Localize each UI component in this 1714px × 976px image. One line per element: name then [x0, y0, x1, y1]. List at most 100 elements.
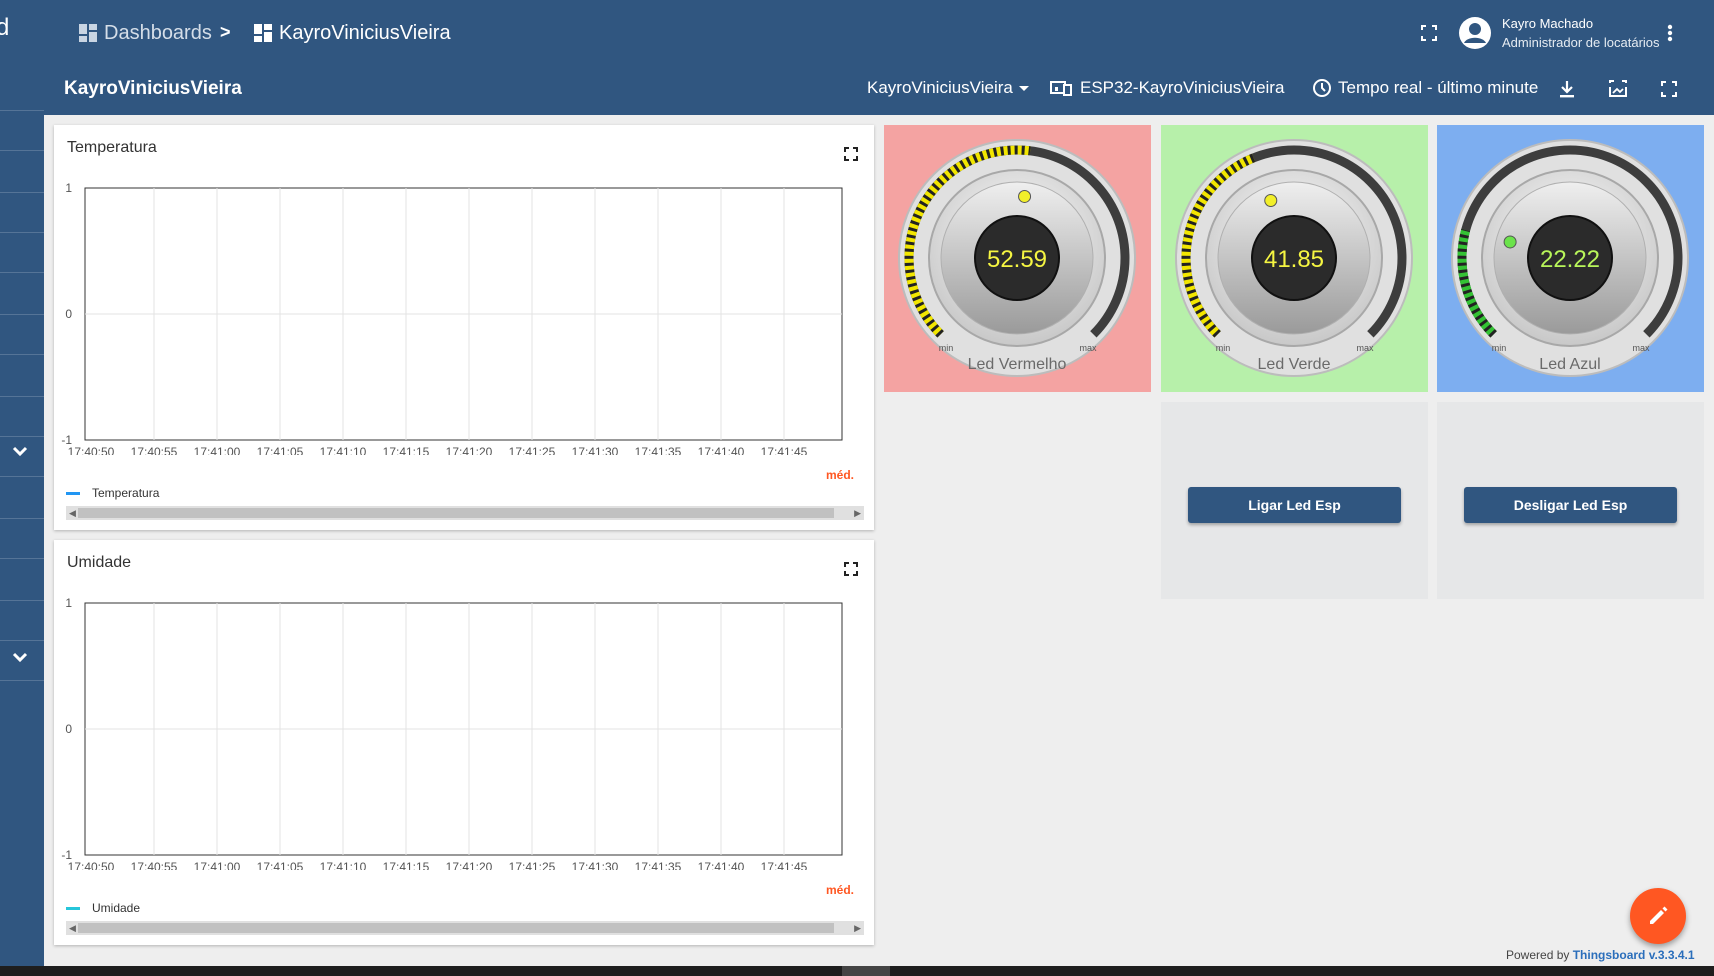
user-name: Kayro Machado — [1502, 16, 1594, 31]
breadcrumb-dashboards-label: Dashboards — [104, 21, 212, 44]
desligar-led-button[interactable]: Desligar Led Esp — [1464, 487, 1677, 523]
x-tick-label: 17:41:15 — [383, 860, 430, 870]
knob-indicator-dot — [1503, 235, 1517, 249]
more-vert-icon[interactable] — [1664, 22, 1676, 44]
x-tick-label: 17:41:10 — [320, 860, 367, 870]
sidebar-divider — [0, 110, 44, 111]
x-tick-label: 17:41:05 — [257, 445, 304, 455]
x-tick-label: 17:41:15 — [383, 445, 430, 455]
dashboard-title: KayroViniciusVieira — [64, 78, 242, 99]
knob-indicator-dot — [1264, 194, 1278, 208]
sidebar-expand-chevron-icon[interactable] — [12, 444, 28, 462]
knob-indicator-dot — [1018, 189, 1032, 203]
dropdown-arrow-icon — [1018, 86, 1029, 91]
avatar[interactable] — [1458, 16, 1492, 50]
powered-by: Powered by Thingsboard v.3.3.4.1 — [1506, 948, 1695, 962]
legend-avg-header: méd. — [825, 468, 854, 482]
y-tick-label: -1 — [61, 433, 72, 447]
x-tick-label: 17:40:50 — [68, 860, 115, 870]
user-info[interactable]: Kayro Machado Administrador de locatário… — [1502, 14, 1660, 52]
taskbar-strip — [0, 966, 1714, 976]
scrollbar-thumb[interactable] — [78, 923, 834, 933]
legend-item-umidade[interactable]: Umidade — [66, 901, 140, 915]
legend-avg-header: méd. — [825, 883, 854, 897]
x-tick-label: 17:41:00 — [194, 445, 241, 455]
legend-horizontal-scrollbar[interactable]: ◀ ▶ — [66, 921, 864, 935]
knob-widget-led-vermelho[interactable]: 52.59 min max Led Vermelho — [884, 125, 1151, 392]
legend-label: Umidade — [92, 901, 141, 915]
ligar-led-button[interactable]: Ligar Led Esp — [1188, 487, 1401, 523]
fullscreen-icon[interactable] — [1418, 22, 1440, 44]
knob-min-label: min — [1492, 343, 1507, 353]
sidebar-expand-chevron-icon[interactable] — [12, 650, 28, 668]
knob-title-label: Led Verde — [1258, 356, 1331, 373]
knob-title-label: Led Azul — [1539, 356, 1600, 373]
scrollbar-thumb[interactable] — [78, 508, 834, 518]
x-tick-label: 17:41:30 — [572, 445, 619, 455]
legend-label: Temperatura — [92, 486, 160, 500]
scroll-right-arrow-icon[interactable]: ▶ — [854, 506, 861, 520]
edit-dashboard-button[interactable] — [1630, 888, 1686, 944]
y-tick-label: 1 — [65, 596, 72, 610]
breadcrumb-separator: > — [220, 22, 231, 42]
x-tick-label: 17:40:55 — [131, 445, 178, 455]
knob-title-label: Led Vermelho — [968, 356, 1067, 373]
devices-icon — [1050, 81, 1072, 96]
download-icon[interactable] — [1556, 78, 1578, 100]
account-circle-icon — [1459, 17, 1491, 49]
button-widget-on: Ligar Led Esp — [1161, 402, 1428, 599]
sidebar-divider — [0, 558, 44, 559]
breadcrumb-current: KayroViniciusVieira — [253, 20, 451, 46]
scroll-right-arrow-icon[interactable]: ▶ — [854, 921, 861, 935]
scroll-left-arrow-icon[interactable]: ◀ — [69, 506, 76, 520]
breadcrumb-dashboards[interactable]: Dashboards — [78, 20, 212, 46]
y-tick-label: -1 — [61, 848, 72, 862]
x-tick-label: 17:41:20 — [446, 860, 493, 870]
y-tick-label: 0 — [65, 307, 72, 321]
x-tick-label: 17:40:55 — [131, 860, 178, 870]
edit-pencil-icon — [1650, 906, 1668, 924]
knob-max-label: max — [1356, 343, 1374, 353]
knob-widget-led-verde[interactable]: 41.85 min max Led Verde — [1161, 125, 1428, 392]
entity-name: ESP32-KayroViniciusVieira — [1080, 78, 1285, 97]
export-image-icon[interactable] — [1607, 78, 1629, 100]
x-tick-label: 17:41:45 — [761, 445, 808, 455]
entity-select[interactable]: ESP32-KayroViniciusVieira — [1050, 78, 1284, 98]
x-tick-label: 17:41:30 — [572, 860, 619, 870]
sidebar-divider — [0, 436, 44, 437]
sidebar-divider — [0, 640, 44, 641]
legend-horizontal-scrollbar[interactable]: ◀ ▶ — [66, 506, 864, 520]
knob-graphic: 52.59 min max Led Vermelho — [884, 125, 1151, 392]
y-tick-label: 0 — [65, 722, 72, 736]
x-tick-label: 17:41:05 — [257, 860, 304, 870]
knob-value-text: 52.59 — [987, 246, 1047, 273]
top-toolbar: Dashboards > KayroViniciusVieira Kayro M… — [44, 0, 1714, 115]
x-tick-label: 17:41:20 — [446, 445, 493, 455]
dashboard-fullscreen-icon[interactable] — [1658, 78, 1680, 100]
x-tick-label: 17:41:45 — [761, 860, 808, 870]
taskbar-block — [842, 966, 890, 976]
sidebar-divider — [0, 272, 44, 273]
legend-item-temperatura[interactable]: Temperatura — [66, 486, 159, 500]
timeseries-widget-umidade: Umidade 17:40:50 17:40:55 17:41:00 17:41:05… — [54, 540, 874, 945]
knob-min-label: min — [1216, 343, 1231, 353]
sidebar-divider — [0, 518, 44, 519]
scroll-left-arrow-icon[interactable]: ◀ — [69, 921, 76, 935]
sidebar-divider — [0, 680, 44, 681]
knob-value-text: 22.22 — [1540, 246, 1600, 273]
knob-max-label: max — [1632, 343, 1650, 353]
knob-widget-led-azul[interactable]: 22.22 min max Led Azul — [1437, 125, 1704, 392]
x-tick-label: 17:41:35 — [635, 860, 682, 870]
sidebar: d — [0, 0, 44, 976]
sidebar-divider — [0, 600, 44, 601]
knob-value-text: 41.85 — [1264, 246, 1324, 273]
timewindow-button[interactable]: Tempo real - último minute — [1312, 78, 1538, 98]
state-select[interactable]: KayroViniciusVieira — [867, 78, 1031, 98]
thingsboard-version-link[interactable]: Thingsboard v.3.3.4.1 — [1573, 948, 1695, 962]
state-select-value: KayroViniciusVieira — [867, 78, 1013, 97]
powered-by-label: Powered by — [1506, 948, 1570, 962]
x-tick-label: 17:41:25 — [509, 445, 556, 455]
timeseries-widget-temperatura: Temperatura 17:40:50 17:40:55 17:41:00 17:4… — [54, 125, 874, 530]
clock-icon — [1313, 79, 1331, 97]
button-widget-off: Desligar Led Esp — [1437, 402, 1704, 599]
